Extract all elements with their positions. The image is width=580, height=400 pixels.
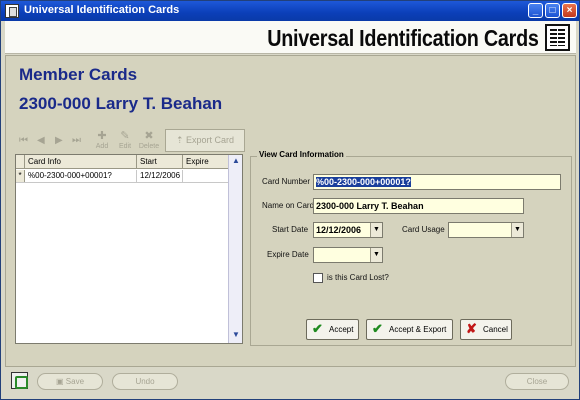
grid-header: Card Info Start Expire bbox=[16, 155, 229, 169]
view-card-legend: View Card Information bbox=[257, 150, 346, 159]
close-icon[interactable]: × bbox=[562, 3, 577, 18]
card-number-value: %00-2300-000+00001? bbox=[316, 177, 411, 187]
window-title: Universal Identification Cards bbox=[24, 4, 180, 16]
accept-label: Accept bbox=[329, 325, 354, 334]
card-info-cell[interactable]: %00-2300-000+00001? bbox=[25, 170, 137, 183]
banner-title: Universal Identification Cards bbox=[267, 25, 540, 51]
view-card-panel: View Card Information Card Number %00-23… bbox=[250, 150, 572, 346]
column-header[interactable]: Card Info bbox=[25, 155, 137, 169]
card-lost-checkbox[interactable] bbox=[313, 273, 323, 283]
edit-label: Edit bbox=[118, 143, 132, 150]
app-icon[interactable] bbox=[5, 4, 19, 18]
undo-label: Undo bbox=[135, 377, 155, 386]
checkmark-icon: ✔ bbox=[312, 321, 323, 336]
last-record-icon[interactable]: ⏭ bbox=[72, 135, 81, 146]
save-button[interactable]: ▣ Save bbox=[37, 373, 103, 390]
edit-icon: ✎ bbox=[120, 130, 130, 142]
delete-label: Delete bbox=[138, 143, 160, 150]
export-card-button[interactable]: ⇡ Export Card bbox=[165, 129, 245, 152]
close-label: Close bbox=[526, 377, 548, 386]
delete-icon: ✖ bbox=[144, 130, 154, 142]
start-date-value: 12/12/2006 bbox=[316, 225, 362, 235]
table-row[interactable]: %00-2300-000+00001? 12/12/2006 bbox=[16, 170, 229, 183]
prev-record-icon[interactable]: ◀ bbox=[37, 135, 45, 146]
start-cell[interactable]: 12/12/2006 bbox=[137, 170, 183, 183]
member-name: 2300-000 Larry T. Beahan bbox=[19, 94, 223, 113]
start-date-dropdown[interactable]: 12/12/2006 ▼ bbox=[313, 222, 383, 238]
first-record-icon[interactable]: ⏮ bbox=[19, 135, 28, 146]
delete-button[interactable]: ✖ Delete bbox=[136, 130, 162, 150]
card-number-field[interactable]: %00-2300-000+00001? bbox=[313, 174, 561, 190]
name-on-card-field[interactable]: 2300-000 Larry T. Beahan bbox=[313, 198, 524, 214]
accept-export-label: Accept & Export bbox=[389, 325, 447, 334]
title-bar[interactable]: Universal Identification Cards _ □ × bbox=[1, 1, 579, 21]
add-label: Add bbox=[95, 143, 109, 150]
checkmark-icon: ✔ bbox=[372, 321, 383, 336]
chevron-down-icon[interactable]: ▼ bbox=[511, 223, 523, 237]
export-card-label: Export Card bbox=[186, 135, 235, 145]
grid-scrollbar[interactable]: ▲ ▼ bbox=[228, 155, 242, 343]
column-header[interactable]: Start bbox=[137, 155, 183, 169]
scroll-up-icon[interactable]: ▲ bbox=[231, 156, 241, 168]
expire-cell[interactable] bbox=[183, 170, 229, 183]
edit-button[interactable]: ✎ Edit bbox=[112, 130, 138, 150]
accept-button[interactable]: ✔ Accept bbox=[306, 319, 359, 340]
export-icon: ⇡ bbox=[175, 135, 184, 145]
save-icon: ▣ bbox=[55, 377, 64, 386]
accept-export-button[interactable]: ✔ Accept & Export bbox=[366, 319, 453, 340]
name-on-card-value: 2300-000 Larry T. Beahan bbox=[316, 201, 424, 211]
exit-icon[interactable] bbox=[11, 372, 28, 389]
minimize-icon[interactable]: _ bbox=[528, 3, 543, 18]
card-usage-label: Card Usage bbox=[402, 225, 445, 234]
id-card-icon bbox=[545, 24, 570, 51]
card-number-label: Card Number bbox=[262, 177, 311, 186]
name-on-card-label: Name on Card bbox=[262, 201, 315, 210]
save-label: Save bbox=[65, 377, 85, 386]
start-date-label: Start Date bbox=[272, 225, 309, 234]
cancel-label: Cancel bbox=[483, 325, 508, 334]
cancel-x-icon: ✘ bbox=[466, 321, 477, 336]
scroll-down-icon[interactable]: ▼ bbox=[231, 330, 241, 342]
column-header[interactable]: Expire bbox=[183, 155, 229, 169]
expire-date-label: Expire Date bbox=[267, 250, 309, 259]
card-usage-dropdown[interactable]: ▼ bbox=[448, 222, 524, 238]
undo-button[interactable]: Undo bbox=[112, 373, 178, 390]
expire-date-dropdown[interactable]: ▼ bbox=[313, 247, 383, 263]
row-header-corner bbox=[16, 155, 25, 169]
chevron-down-icon[interactable]: ▼ bbox=[370, 223, 382, 237]
maximize-icon[interactable]: □ bbox=[545, 3, 560, 18]
app-window: Universal Identification Cards _ □ × Uni… bbox=[0, 0, 580, 400]
cancel-button[interactable]: ✘ Cancel bbox=[460, 319, 512, 340]
cards-grid[interactable]: Card Info Start Expire * %00-2300-000+00… bbox=[15, 154, 243, 344]
close-button[interactable]: Close bbox=[505, 373, 569, 390]
next-record-icon[interactable]: ▶ bbox=[55, 135, 63, 146]
bottom-bar: ▣ Save Undo Close bbox=[5, 368, 576, 395]
chevron-down-icon[interactable]: ▼ bbox=[370, 248, 382, 262]
section-title: Member Cards bbox=[19, 65, 138, 84]
main-panel: Member Cards 2300-000 Larry T. Beahan ⏮ … bbox=[5, 55, 576, 367]
card-lost-label: is this Card Lost? bbox=[327, 273, 389, 282]
banner: Universal Identification Cards bbox=[5, 21, 576, 54]
